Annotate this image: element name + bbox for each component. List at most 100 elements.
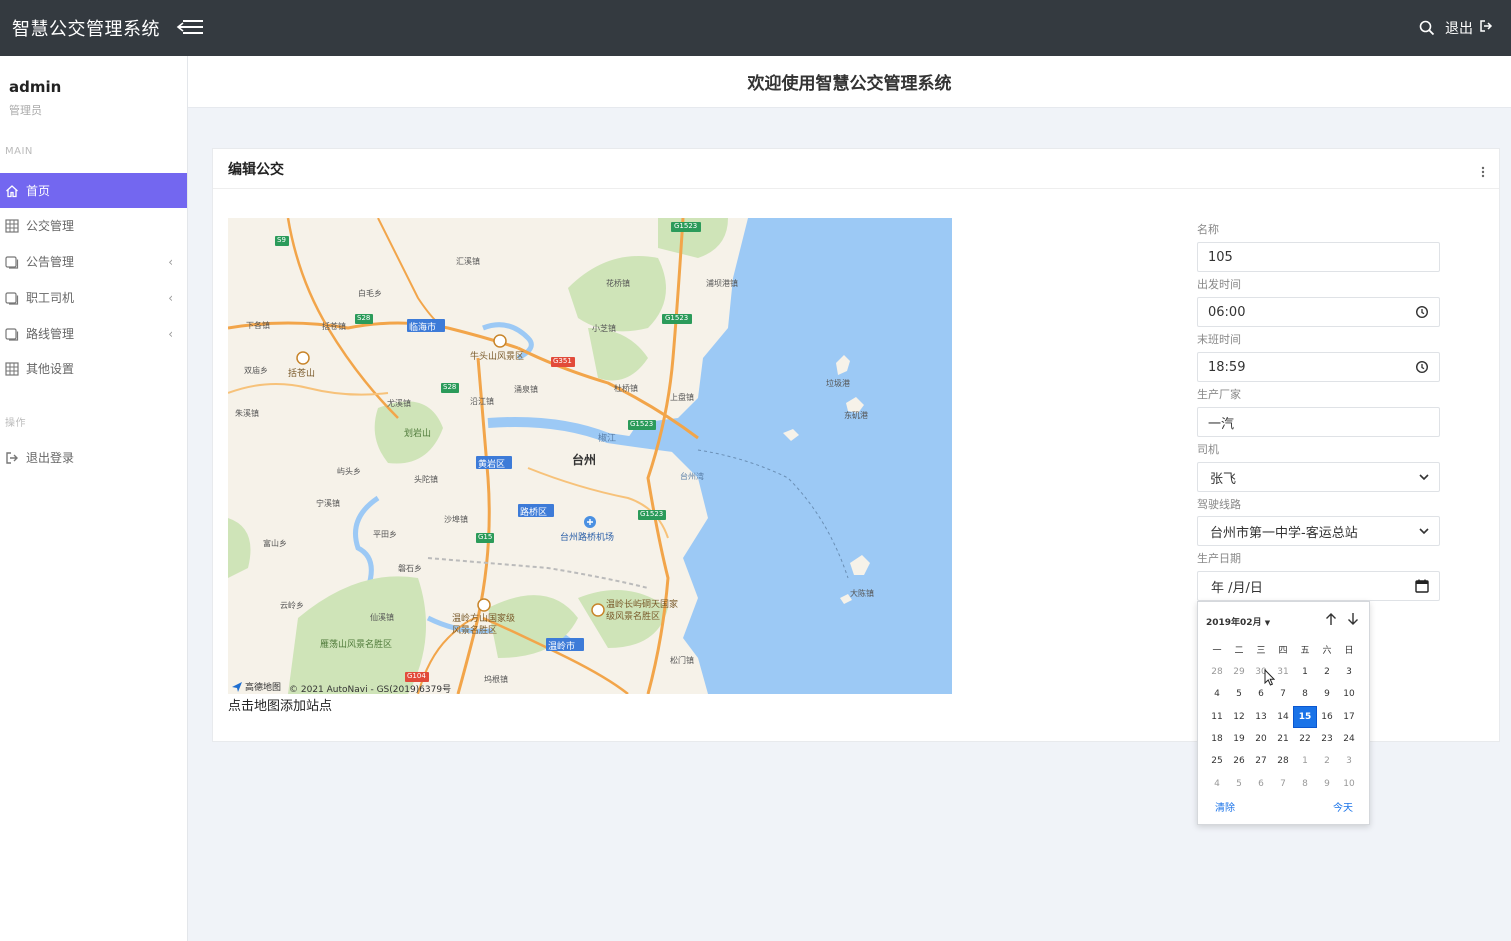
calendar-day[interactable]: 31 [1272,662,1294,682]
map-label-city: 黄岩区 [478,460,506,470]
clock-icon[interactable] [1415,360,1429,374]
clear-button[interactable]: 清除 [1215,799,1235,814]
last-time-field[interactable]: 18:59 [1197,352,1440,382]
road-shield: G1523 [665,314,689,322]
map-label-poi: 括苍山 [288,369,316,379]
calendar-day[interactable]: 6 [1250,774,1272,794]
caret-down-icon: ▼ [1264,619,1271,627]
driver-select[interactable]: 张飞 [1197,462,1440,492]
sidebar-item-notice[interactable]: 公告管理 ‹ [0,244,187,279]
calendar-day[interactable]: 28 [1272,751,1294,771]
calendar-day[interactable]: 28 [1206,662,1228,682]
calendar-day[interactable]: 5 [1228,684,1250,704]
page-title: 欢迎使用智慧公交管理系统 [747,74,952,94]
calendar-day[interactable]: 11 [1206,707,1228,727]
map-label-place: 东矶港 [844,411,868,420]
chevron-left-icon: ‹ [168,290,173,305]
name-field[interactable]: 105 [1197,242,1440,272]
calendar-day[interactable]: 1 [1294,751,1316,771]
calendar-day[interactable]: 4 [1206,774,1228,794]
calendar-day[interactable]: 23 [1316,729,1338,749]
sidebar-item-routes[interactable]: 路线管理 ‹ [0,316,187,351]
amap-logo-text: 高德地图 [245,683,282,693]
calendar-day[interactable]: 9 [1316,774,1338,794]
calendar-day[interactable]: 29 [1228,662,1250,682]
map-label-place: 云岭乡 [280,601,304,610]
menu-toggle-icon[interactable] [176,18,204,38]
map-label-poi: 温岭方山国家级风景名胜区 [452,614,516,636]
calendar-day[interactable]: 25 [1206,751,1228,771]
calendar-day[interactable]: 10 [1338,684,1360,704]
map-label-city: 临海市 [409,323,437,333]
card-header: 编辑公交 [213,149,1499,189]
sidebar-item-settings[interactable]: 其他设置 [0,351,187,386]
calendar-day[interactable]: 16 [1316,707,1338,727]
calendar-day[interactable]: 8 [1294,774,1316,794]
calendar-day[interactable]: 14 [1272,707,1294,727]
home-icon [5,184,19,198]
calendar-day[interactable]: 17 [1338,707,1360,727]
map-label-place: 汇溪镇 [456,257,480,266]
maker-field[interactable]: 一汽 [1197,407,1440,437]
today-button[interactable]: 今天 [1333,799,1353,814]
map-label-place: 沿江镇 [470,397,494,406]
calendar-day[interactable]: 4 [1206,684,1228,704]
calendar-day[interactable]: 22 [1294,729,1316,749]
weekday-header: 三 [1256,646,1266,656]
calendar-day[interactable]: 7 [1272,684,1294,704]
calendar-day[interactable]: 3 [1338,662,1360,682]
map-caption: 点击地图添加站点 [228,699,333,714]
name-label: 名称 [1197,223,1219,236]
date-field[interactable]: 年 /月/日 [1197,571,1440,601]
chevron-down-icon [1419,473,1429,481]
calendar-day[interactable]: 1 [1294,662,1316,682]
map-label-poi: 雁荡山风景名胜区 [320,640,393,650]
calendar-day[interactable]: 24 [1338,729,1360,749]
section-label-ops: 操作 [5,418,26,429]
sidebar-item-home[interactable]: 首页 [0,173,187,208]
sidebar-item-bus[interactable]: 公交管理 [0,208,187,243]
map-label-place: 括苍镇 [322,322,346,331]
month-selector[interactable]: 2019年02月 ▼ [1206,615,1270,628]
calendar-icon[interactable] [1415,579,1429,593]
arrow-down-icon[interactable] [1347,612,1359,626]
logout-icon [5,451,19,465]
arrow-up-icon[interactable] [1325,612,1337,626]
calendar-day[interactable]: 21 [1272,729,1294,749]
calendar-day[interactable]: 27 [1250,751,1272,771]
map-label-place: 头陀镇 [414,475,438,484]
maker-value: 一汽 [1208,416,1235,432]
sidebar-item-logout[interactable]: 退出登录 [0,440,187,475]
calendar-day[interactable]: 13 [1250,707,1272,727]
last-time-label: 末班时间 [1197,333,1241,346]
map-label-place: 尤溪镇 [387,399,411,408]
sidebar-item-drivers[interactable]: 职工司机 ‹ [0,280,187,315]
calendar-day[interactable]: 19 [1228,729,1250,749]
station-map[interactable]: S9 S28 S28 G351 G1523 G1523 G1523 G1523 … [228,218,952,694]
calendar-day[interactable]: 2 [1316,751,1338,771]
calendar-day[interactable]: 15 [1293,705,1317,728]
calendar-day[interactable]: 2 [1316,662,1338,682]
calendar-day[interactable]: 20 [1250,729,1272,749]
calendar-day[interactable]: 5 [1228,774,1250,794]
chevron-left-icon: ‹ [168,326,173,341]
search-icon[interactable] [1419,20,1435,36]
calendar-day[interactable]: 26 [1228,751,1250,771]
user-name: admin [9,78,62,96]
depart-time-field[interactable]: 06:00 [1197,297,1440,327]
map-label-place: 浦坝港镇 [706,279,738,288]
calendar-day[interactable]: 7 [1272,774,1294,794]
logout-button[interactable]: 退出 [1445,18,1493,38]
route-select[interactable]: 台州市第一中学-客运总站 [1197,516,1440,546]
calendar-day[interactable]: 10 [1338,774,1360,794]
calendar-day[interactable]: 12 [1228,707,1250,727]
calendar-day[interactable]: 8 [1294,684,1316,704]
calendar-day[interactable]: 9 [1316,684,1338,704]
sidebar-item-label: 首页 [26,184,51,198]
more-options-icon[interactable] [1481,163,1485,182]
calendar-day[interactable]: 18 [1206,729,1228,749]
map-label-place: 坞根镇 [484,675,508,684]
calendar-day[interactable]: 3 [1338,751,1360,771]
clock-icon[interactable] [1415,305,1429,319]
sidebar-item-label: 公交管理 [26,219,75,233]
